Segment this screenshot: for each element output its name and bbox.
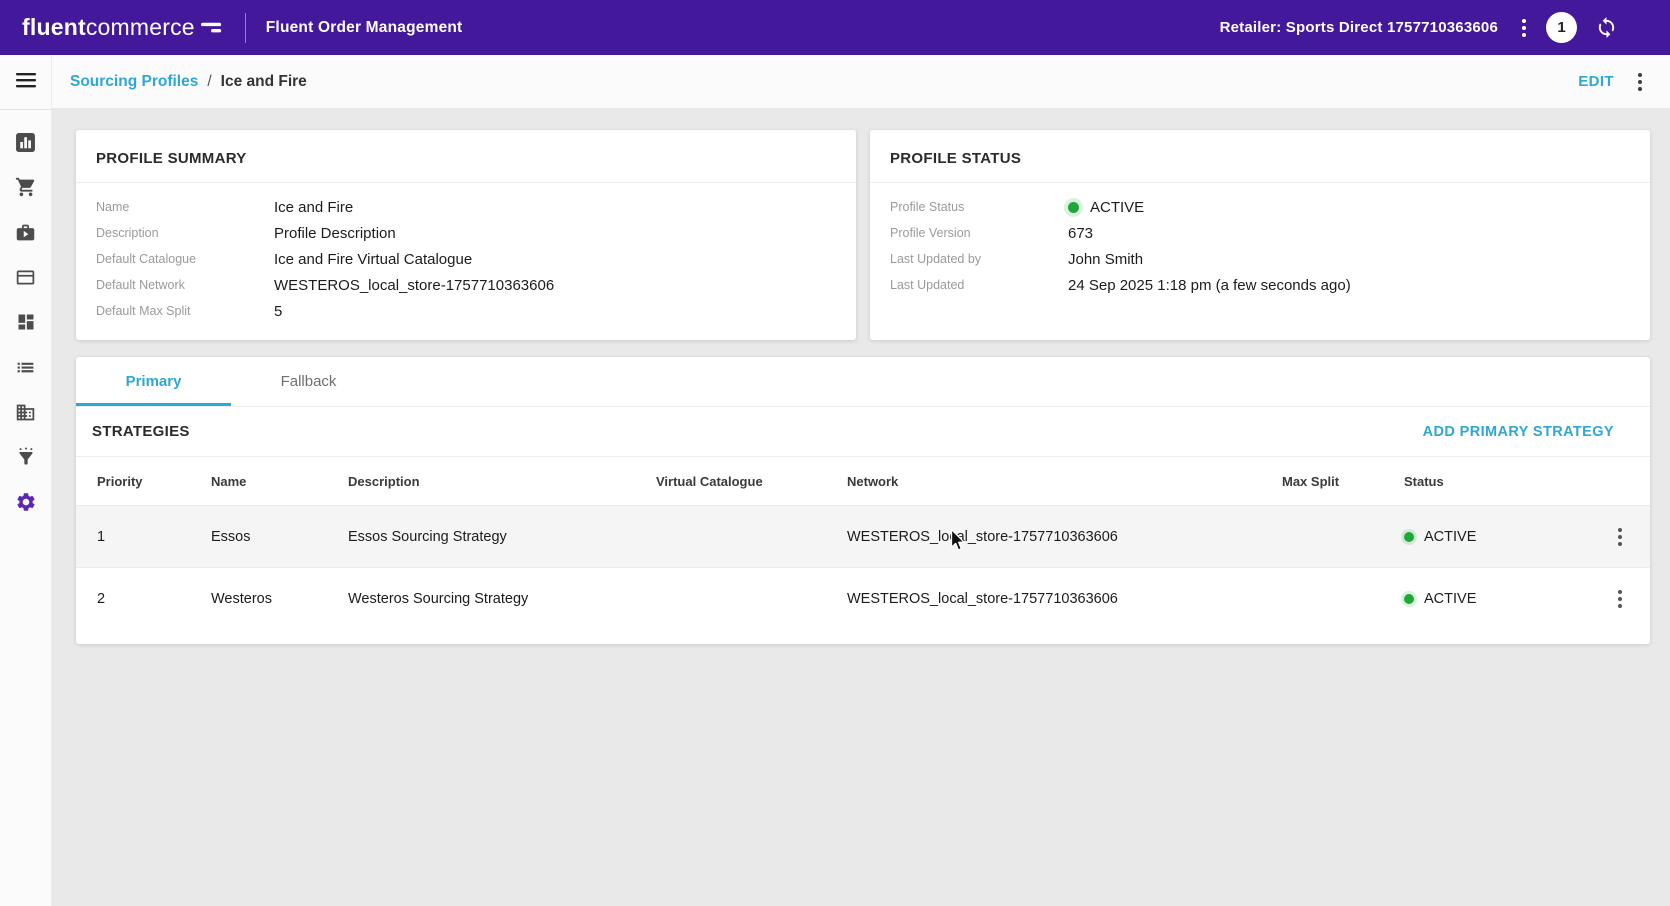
logo-text-light: commerce — [86, 14, 195, 41]
menu-icon[interactable] — [16, 55, 36, 109]
top-app-bar: fluentcommerce Fluent Order Management R… — [0, 0, 1670, 55]
sidebar-item-funnel[interactable] — [8, 445, 44, 469]
row-network: WESTEROS_local_store-1757710363606 — [847, 591, 1282, 607]
row-kebab-menu-icon[interactable] — [1614, 524, 1626, 550]
row-priority: 2 — [97, 591, 211, 607]
row-status-badge: ACTIVE — [1424, 529, 1476, 545]
sidebar-item-panel[interactable] — [8, 265, 44, 289]
edit-button[interactable]: EDIT — [1574, 67, 1618, 96]
col-status: Status — [1404, 474, 1600, 489]
tab-primary[interactable]: Primary — [76, 357, 231, 406]
status-field-last-updated: Last Updated 24 Sep 2025 1:18 pm (a few … — [890, 272, 1630, 298]
col-network: Network — [847, 474, 1282, 489]
active-status-dot — [1068, 202, 1079, 213]
settings-icon — [15, 491, 37, 513]
status-field-profile-status: Profile Status ACTIVE — [890, 194, 1630, 220]
panel-icon — [15, 267, 36, 288]
row-priority: 1 — [97, 529, 211, 545]
breadcrumb: Sourcing Profiles / Ice and Fire EDIT — [52, 55, 1670, 108]
col-description: Description — [348, 474, 656, 489]
retailer-label: Retailer: Sports Direct 1757710363606 — [1220, 19, 1498, 36]
breadcrumb-parent-link[interactable]: Sourcing Profiles — [70, 73, 198, 91]
sidebar-item-dashboard[interactable] — [8, 310, 44, 334]
table-row[interactable]: 2 Westeros Westeros Sourcing Strategy WE… — [76, 567, 1650, 629]
profile-summary-card: PROFILE SUMMARY Name Ice and Fire Descri… — [76, 130, 856, 340]
summary-field-default-catalogue: Default Catalogue Ice and Fire Virtual C… — [96, 246, 836, 272]
logo-text-bold: fluent — [22, 14, 86, 41]
profile-status-card: PROFILE STATUS Profile Status ACTIVE Pro… — [870, 130, 1650, 340]
status-badge: ACTIVE — [1090, 199, 1144, 216]
status-field-last-updated-by: Last Updated by John Smith — [890, 246, 1630, 272]
col-max-split: Max Split — [1282, 474, 1404, 489]
status-field-profile-version: Profile Version 673 — [890, 220, 1630, 246]
sidebar-item-list[interactable] — [8, 355, 44, 379]
strategies-card: Primary Fallback STRATEGIES ADD PRIMARY … — [76, 357, 1650, 644]
cart-icon — [15, 176, 37, 198]
col-virtual-catalogue: Virtual Catalogue — [656, 474, 847, 489]
strategies-table-header: Priority Name Description Virtual Catalo… — [76, 457, 1650, 505]
logo-mark-icon — [200, 19, 225, 37]
page-kebab-menu-icon[interactable] — [1634, 69, 1646, 95]
row-name: Essos — [211, 529, 348, 545]
fluentcommerce-logo[interactable]: fluentcommerce — [22, 14, 225, 41]
strategy-tabs: Primary Fallback — [76, 357, 1650, 407]
row-kebab-menu-icon[interactable] — [1614, 586, 1626, 612]
dashboard-icon — [16, 312, 36, 332]
sync-icon[interactable] — [1595, 16, 1618, 39]
row-name: Westeros — [211, 591, 348, 607]
col-priority: Priority — [97, 474, 211, 489]
row-description: Westeros Sourcing Strategy — [348, 591, 656, 607]
breadcrumb-separator: / — [207, 73, 211, 91]
row-description: Essos Sourcing Strategy — [348, 529, 656, 545]
summary-field-name: Name Ice and Fire — [96, 194, 836, 220]
strategies-title: STRATEGIES — [92, 423, 190, 440]
bar-chart-icon — [15, 132, 36, 153]
summary-field-default-network: Default Network WESTEROS_local_store-175… — [96, 272, 836, 298]
page-title: Ice and Fire — [221, 73, 307, 91]
sidebar-item-bar-chart[interactable] — [8, 130, 44, 154]
list-icon — [15, 357, 36, 378]
row-network: WESTEROS_local_store-1757710363606 — [847, 529, 1282, 545]
active-status-dot — [1404, 594, 1414, 604]
summary-field-default-max-split: Default Max Split 5 — [96, 298, 836, 324]
profile-status-title: PROFILE STATUS — [870, 130, 1650, 183]
building-icon — [15, 402, 36, 423]
tab-fallback[interactable]: Fallback — [231, 357, 386, 406]
sidebar-item-settings[interactable] — [8, 490, 44, 514]
app-title: Fluent Order Management — [266, 19, 463, 37]
briefcase-play-icon — [15, 222, 36, 243]
sidebar-item-briefcase-play[interactable] — [8, 220, 44, 244]
notification-count-badge[interactable]: 1 — [1546, 12, 1577, 43]
summary-field-description: Description Profile Description — [96, 220, 836, 246]
sidebar-item-building[interactable] — [8, 400, 44, 424]
col-name: Name — [211, 474, 348, 489]
active-status-dot — [1404, 532, 1414, 542]
row-status-badge: ACTIVE — [1424, 591, 1476, 607]
sidebar-item-cart[interactable] — [8, 175, 44, 199]
profile-summary-title: PROFILE SUMMARY — [76, 130, 856, 183]
funnel-icon — [16, 447, 36, 467]
add-primary-strategy-button[interactable]: ADD PRIMARY STRATEGY — [1423, 424, 1614, 440]
left-navigation-sidebar — [0, 55, 52, 906]
topbar-kebab-menu-icon[interactable] — [1518, 15, 1530, 41]
topbar-divider — [245, 13, 246, 43]
table-row[interactable]: 1 Essos Essos Sourcing Strategy WESTEROS… — [76, 505, 1650, 567]
